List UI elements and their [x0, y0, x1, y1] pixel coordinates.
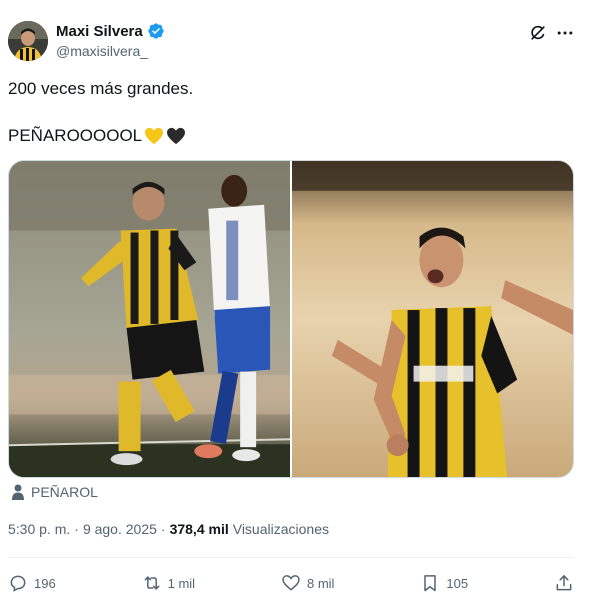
views-count: 378,4 mil	[169, 521, 229, 537]
like-count: 8 mil	[307, 575, 335, 591]
black-heart-icon	[167, 127, 186, 145]
tweet-time[interactable]: 5:30 p. m.	[8, 521, 70, 537]
author-name-row[interactable]: Maxi Silvera	[56, 22, 165, 40]
share-button[interactable]	[554, 573, 574, 593]
repost-button[interactable]: 1 mil	[142, 573, 195, 593]
more-options-icon[interactable]	[555, 23, 575, 43]
person-icon	[12, 484, 24, 500]
tweet-text-line2: PEÑAROOOOOL	[8, 125, 186, 147]
location-tag[interactable]: PEÑAROL	[11, 484, 98, 500]
heart-icon	[282, 575, 300, 591]
meta-separator: ·	[160, 521, 166, 537]
author-name[interactable]: Maxi Silvera	[56, 23, 143, 40]
views-label: Visualizaciones	[232, 521, 329, 537]
divider	[8, 557, 574, 558]
tweet-text-line1: 200 veces más grandes.	[8, 79, 194, 98]
share-icon	[556, 575, 572, 591]
bookmark-button[interactable]: 105	[420, 573, 468, 593]
meta-separator: ·	[74, 521, 79, 537]
tweet-meta: 5:30 p. m. · 9 ago. 2025 · 378,4 mil Vis…	[8, 521, 329, 537]
tweet-date[interactable]: 9 ago. 2025	[83, 521, 157, 537]
media-photo-1[interactable]	[9, 161, 290, 477]
reply-count: 196	[34, 575, 56, 591]
repost-count: 1 mil	[167, 575, 196, 591]
action-bar: 196 1 mil 8 mil 105	[8, 568, 574, 598]
bookmark-icon	[424, 575, 437, 592]
avatar[interactable]	[8, 21, 48, 61]
verified-badge-icon	[148, 23, 164, 39]
tweet: Maxi Silvera @maxisilvera_ 200 veces más…	[0, 0, 613, 604]
media-photo-2[interactable]	[292, 161, 573, 477]
bookmark-count: 105	[446, 575, 469, 591]
grok-icon[interactable]	[528, 23, 548, 43]
tweet-text-line2-label: PEÑAROOOOOL	[8, 126, 143, 145]
like-button[interactable]: 8 mil	[281, 573, 334, 593]
tweet-media	[8, 160, 574, 478]
author-handle[interactable]: @maxisilvera_	[56, 43, 148, 59]
yellow-heart-icon	[145, 127, 164, 145]
reply-button[interactable]: 196	[8, 573, 56, 593]
repost-icon	[144, 576, 160, 590]
reply-icon	[10, 575, 26, 592]
location-label[interactable]: PEÑAROL	[31, 484, 98, 500]
